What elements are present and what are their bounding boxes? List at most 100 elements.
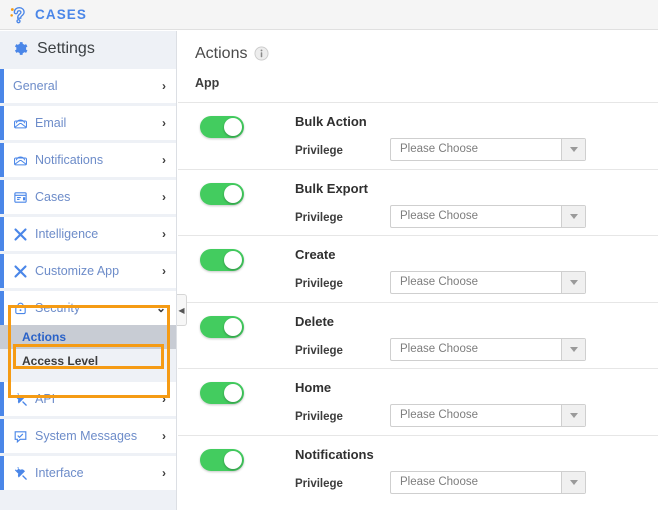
page-title: Actions — [195, 44, 248, 62]
sidebar-item-label: Cases — [35, 190, 71, 204]
sidebar-item-interface[interactable]: Interface › — [0, 456, 176, 490]
speech-check-icon — [14, 430, 27, 443]
privilege-select-value: Please Choose — [400, 209, 478, 222]
chevron-down-icon — [561, 139, 585, 160]
privilege-label: Privilege — [295, 411, 343, 423]
privilege-select-bulk-export[interactable]: Please Choose — [390, 204, 586, 228]
chevron-down-icon — [561, 405, 585, 426]
sidebar-subnav-security: Actions Access Level — [0, 325, 176, 379]
chevron-right-icon: › — [162, 466, 166, 480]
sidebar-item-customize-app[interactable]: Customize App › — [0, 254, 176, 288]
sidebar-nav-list: General › Email › Notifications › Cases … — [0, 69, 176, 490]
action-name: Home — [295, 380, 332, 395]
tools-icon — [14, 264, 27, 278]
sidebar-item-actions[interactable]: Actions — [0, 325, 176, 349]
chevron-down-icon — [561, 205, 585, 227]
privilege-select-value: Please Choose — [400, 342, 478, 355]
sidebar-item-api[interactable]: API › — [0, 382, 176, 416]
sidebar-heading-label: Settings — [37, 39, 95, 57]
privilege-select-value: Please Choose — [400, 475, 478, 488]
sidebar-item-label: Security — [35, 301, 81, 315]
chevron-down-icon — [561, 471, 585, 493]
section-label-app: App — [195, 76, 220, 90]
toggle-knob — [224, 317, 242, 336]
tools-icon — [14, 227, 27, 241]
privilege-label: Privilege — [295, 211, 343, 224]
privilege-label: Privilege — [295, 344, 343, 357]
privilege-select-notifications[interactable]: Please Choose — [390, 470, 586, 494]
chevron-down-icon: ⌄ — [155, 301, 166, 315]
document-icon — [14, 191, 27, 203]
toggle-knob — [224, 118, 242, 136]
toggle-bulk-action[interactable] — [200, 116, 244, 138]
plug-icon — [14, 466, 27, 480]
sidebar-item-label: Intelligence — [35, 227, 99, 241]
sidebar-item-system-messages[interactable]: System Messages › — [0, 419, 176, 453]
sidebar-item-label: General — [13, 79, 58, 93]
privilege-select-value: Please Choose — [400, 276, 478, 288]
action-row: Notifications Privilege Please Choose — [178, 434, 658, 502]
action-row: Bulk Export Privilege Please Choose — [178, 168, 658, 236]
action-row: Delete Privilege Please Choose — [178, 301, 658, 369]
privilege-select-value: Please Choose — [400, 409, 478, 421]
action-name: Bulk Export — [295, 180, 368, 196]
app-topbar: CASES — [0, 0, 658, 30]
chevron-right-icon: › — [162, 190, 166, 204]
privilege-select-bulk-action[interactable]: Please Choose — [390, 138, 586, 161]
chevron-right-icon: › — [162, 116, 166, 130]
chevron-left-icon: ◀ — [178, 305, 185, 315]
chevron-right-icon: › — [162, 153, 166, 167]
privilege-label: Privilege — [295, 278, 343, 290]
sidebar-item-label: Notifications — [35, 153, 104, 167]
toggle-delete[interactable] — [200, 315, 244, 338]
sidebar-item-access-level[interactable]: Access Level — [0, 349, 176, 373]
ear-question-logo-icon — [10, 6, 25, 23]
info-icon[interactable] — [254, 46, 269, 61]
envelope-icon — [14, 119, 27, 128]
lock-icon — [15, 302, 26, 314]
chevron-down-icon — [561, 338, 585, 360]
sidebar-subitem-label: Actions — [22, 330, 67, 344]
sidebar-item-security[interactable]: Security ⌄ — [0, 291, 176, 325]
main-content: Actions App Bulk Action Privilege Please… — [178, 31, 658, 510]
chevron-down-icon — [561, 272, 585, 293]
actions-list: Bulk Action Privilege Please Choose Bulk… — [178, 102, 658, 501]
action-row: Home Privilege Please Choose — [178, 368, 658, 435]
sidebar-item-general[interactable]: General › — [0, 69, 176, 103]
action-row: Create Privilege Please Choose — [178, 235, 658, 302]
privilege-label: Privilege — [295, 477, 343, 490]
chevron-right-icon: › — [162, 227, 166, 241]
toggle-home[interactable] — [200, 382, 244, 404]
action-name: Delete — [295, 313, 335, 329]
envelope-icon — [14, 156, 27, 165]
toggle-bulk-export[interactable] — [200, 182, 244, 205]
sidebar-collapse-handle[interactable]: ◀ — [177, 294, 187, 326]
chevron-right-icon: › — [162, 79, 166, 93]
privilege-select-value: Please Choose — [400, 143, 478, 155]
toggle-knob — [224, 251, 242, 269]
action-row: Bulk Action Privilege Please Choose — [178, 102, 658, 169]
sidebar-item-label: Interface — [35, 466, 84, 480]
sidebar-item-label: API — [35, 392, 56, 406]
toggle-knob — [224, 184, 242, 203]
action-name: Notifications — [295, 446, 374, 462]
toggle-notifications[interactable] — [200, 448, 244, 471]
toggle-knob — [224, 384, 242, 402]
privilege-select-delete[interactable]: Please Choose — [390, 337, 586, 361]
sidebar-item-label: Customize App — [35, 264, 120, 278]
sidebar-item-email[interactable]: Email › — [0, 106, 176, 140]
main-header: Actions — [178, 31, 658, 76]
toggle-knob — [224, 450, 242, 469]
privilege-select-create[interactable]: Please Choose — [390, 271, 586, 294]
sidebar-item-intelligence[interactable]: Intelligence › — [0, 217, 176, 251]
sidebar-item-notifications[interactable]: Notifications › — [0, 143, 176, 177]
sidebar-subitem-label: Access Level — [22, 354, 99, 368]
sidebar-group-security: Security ⌄ Actions Access Level — [0, 291, 176, 379]
sidebar-item-cases[interactable]: Cases › — [0, 180, 176, 214]
sidebar-heading: Settings — [0, 31, 176, 66]
privilege-label: Privilege — [295, 145, 343, 157]
action-name: Create — [295, 247, 336, 262]
privilege-select-home[interactable]: Please Choose — [390, 404, 586, 427]
toggle-create[interactable] — [200, 249, 244, 271]
sidebar-item-label: Email — [35, 116, 67, 130]
